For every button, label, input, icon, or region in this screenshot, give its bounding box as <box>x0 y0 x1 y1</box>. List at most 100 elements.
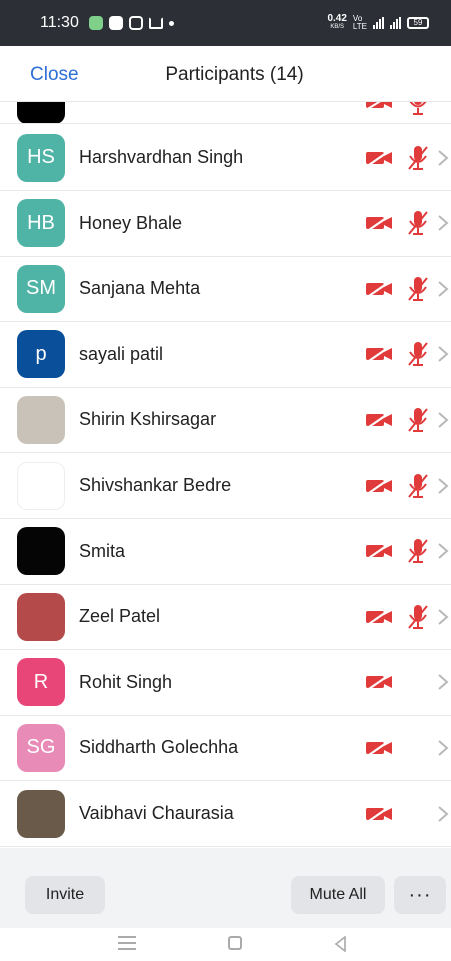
video-off-icon[interactable] <box>364 409 394 430</box>
chevron-right-icon[interactable] <box>436 739 450 757</box>
mic-muted-icon[interactable] <box>404 275 432 303</box>
avatar <box>17 395 65 444</box>
chevron-right-icon[interactable] <box>436 149 450 167</box>
page-title-text: Participants (14) <box>165 64 304 85</box>
bottom-action-bar: Invite Mute All ··· <box>0 848 451 928</box>
home-icon[interactable] <box>228 936 242 950</box>
list-item[interactable]: HS Harshvardhan Singh <box>0 125 451 191</box>
list-item-partial[interactable] <box>0 102 451 124</box>
avatar <box>17 592 65 641</box>
page-title: Participants (14) <box>0 64 451 86</box>
participant-name: Honey Bhale <box>79 212 183 233</box>
participant-name: Sanjana Mehta <box>79 278 201 299</box>
list-item[interactable]: Shirin Kshirsagar <box>0 387 451 454</box>
list-item[interactable]: Vaibhavi Chaurasia <box>0 781 451 847</box>
participant-name: Harshvardhan Singh <box>79 147 244 167</box>
video-off-icon[interactable] <box>364 606 394 627</box>
video-off-icon[interactable] <box>364 541 394 561</box>
recents-menu-icon[interactable] <box>118 936 136 954</box>
system-nav-bar <box>0 928 451 961</box>
participant-name: Siddharth Golechha <box>79 737 239 758</box>
signal-icon-2 <box>390 17 401 29</box>
avatar-initials: SM <box>26 277 56 300</box>
net-speed: 0.42 KB/S <box>327 14 346 32</box>
avatar <box>17 461 65 510</box>
avatar <box>17 102 65 123</box>
battery-icon: 59 <box>407 17 429 29</box>
avatar: SG <box>17 723 65 772</box>
status-time: 11:30 <box>40 14 79 31</box>
signal-icon <box>373 17 384 29</box>
video-off-icon[interactable] <box>364 213 394 233</box>
mic-muted-icon[interactable] <box>404 603 432 631</box>
list-item[interactable]: Shivshankar Bedre <box>0 453 451 519</box>
list-item[interactable]: p sayali patil <box>0 322 451 388</box>
video-off-icon[interactable] <box>364 278 394 299</box>
list-item[interactable]: Zeel Patel <box>0 584 451 651</box>
chevron-right-icon[interactable] <box>436 280 450 298</box>
chevron-right-icon[interactable] <box>436 805 450 823</box>
avatar-initials: HB <box>27 211 55 234</box>
avatar-initials: p <box>35 342 47 365</box>
chevron-right-icon[interactable] <box>436 673 450 691</box>
list-item[interactable]: SG Siddharth Golechha <box>0 715 451 782</box>
list-item[interactable]: R Rohit Singh <box>0 650 451 716</box>
video-off-icon[interactable] <box>364 803 394 824</box>
list-item[interactable]: HB Honey Bhale <box>0 191 451 257</box>
video-off-icon[interactable] <box>364 344 394 365</box>
status-bar: 11:30 0.42 KB/S Vo LTE 59 <box>0 0 451 46</box>
mic-muted-icon[interactable] <box>404 472 432 500</box>
app-icon <box>108 16 123 30</box>
chevron-right-icon[interactable] <box>436 477 450 495</box>
list-item[interactable]: SM Sanjana Mehta <box>0 256 451 323</box>
mic-muted-icon[interactable] <box>404 102 432 116</box>
chevron-right-icon[interactable] <box>436 542 450 560</box>
participant-list[interactable]: HS Harshvardhan Singh HB Honey Bhale SM Sanja… <box>0 102 451 848</box>
volte-icon: Vo LTE <box>352 14 367 31</box>
participant-name: Vaibhavi Chaurasia <box>79 803 234 823</box>
avatar-initials: SG <box>26 736 56 759</box>
chevron-right-icon[interactable] <box>436 345 450 363</box>
mute-all-button[interactable]: Mute All <box>291 876 385 914</box>
more-options-button[interactable]: ··· <box>394 876 446 914</box>
chevron-right-icon[interactable] <box>436 608 450 626</box>
video-off-icon[interactable] <box>364 737 394 758</box>
list-item[interactable]: Smita <box>0 519 451 585</box>
participant-name: Zeel Patel <box>79 606 161 627</box>
avatar: HB <box>17 199 65 248</box>
participant-name: Smita <box>79 540 126 561</box>
participant-name: Shirin Kshirsagar <box>79 409 217 430</box>
avatar <box>17 527 65 576</box>
invite-button[interactable]: Invite <box>25 876 105 914</box>
mic-muted-icon[interactable] <box>404 144 432 172</box>
chevron-right-icon[interactable] <box>436 411 450 429</box>
back-icon[interactable] <box>333 936 349 952</box>
instagram-icon <box>128 16 143 30</box>
avatar: R <box>17 658 65 707</box>
mic-muted-icon[interactable] <box>404 340 432 368</box>
messages-icon <box>88 16 103 30</box>
video-off-icon[interactable] <box>364 147 394 168</box>
net-speed-unit: KB/S <box>330 24 345 30</box>
avatar: p <box>17 330 65 379</box>
avatar-initials: HS <box>27 146 55 168</box>
mic-muted-icon[interactable] <box>404 406 432 434</box>
video-off-icon[interactable] <box>364 102 394 112</box>
avatar: SM <box>17 264 65 313</box>
video-off-icon[interactable] <box>364 672 394 693</box>
status-icons-right: 0.42 KB/S Vo LTE 59 <box>327 14 429 32</box>
cast-icon <box>148 17 163 29</box>
avatar-initials: R <box>33 670 49 693</box>
header: Close Participants (14) <box>0 46 451 102</box>
avatar <box>17 789 65 838</box>
video-off-icon[interactable] <box>364 475 394 496</box>
avatar: HS <box>17 133 65 182</box>
participant-name: Shivshankar Bedre <box>79 475 232 495</box>
participant-name: Rohit Singh <box>79 671 173 692</box>
participant-name: sayali patil <box>79 343 164 364</box>
status-icons-left <box>88 16 174 30</box>
mic-muted-icon[interactable] <box>404 537 432 565</box>
notification-dot <box>168 20 174 26</box>
chevron-right-icon[interactable] <box>436 214 450 232</box>
mic-muted-icon[interactable] <box>404 209 432 237</box>
